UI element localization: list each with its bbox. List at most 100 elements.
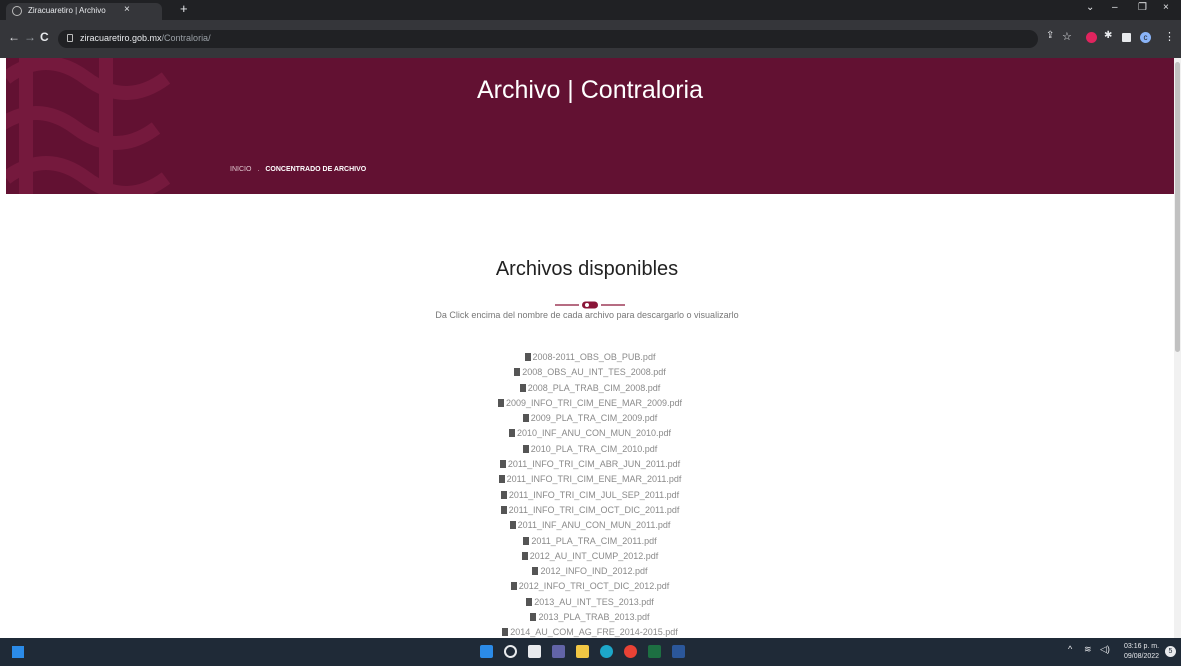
file-link[interactable]: 2011_INFO_TRI_CIM_JUL_SEP_2011.pdf (0, 488, 1174, 503)
document-icon (499, 460, 506, 469)
browser-menu-icon[interactable]: ⋮ (1164, 30, 1175, 43)
file-name: 2011_INFO_TRI_CIM_ABR_JUN_2011.pdf (507, 459, 681, 470)
file-link[interactable]: 2011_INFO_TRI_CIM_ABR_JUN_2011.pdf (0, 457, 1174, 472)
file-link[interactable]: 2012_INFO_TRI_OCT_DIC_2012.pdf (0, 579, 1174, 594)
file-name: 2011_PLA_TRA_CIM_2011.pdf (531, 535, 657, 546)
tray-chevron-icon[interactable]: ^ (1068, 644, 1072, 654)
restore-button[interactable]: ❐ (1138, 2, 1147, 13)
file-link[interactable]: 2011_INFO_TRI_CIM_ENE_MAR_2011.pdf (0, 472, 1174, 487)
windows-start-icon[interactable] (480, 645, 493, 658)
file-list: 2008-2011_OBS_OB_PUB.pdf 2008_OBS_AU_INT_… (0, 350, 1174, 638)
share-icon[interactable]: ⇪ (1046, 30, 1054, 41)
minimize-button[interactable]: – (1112, 2, 1118, 13)
document-icon (500, 490, 507, 499)
file-name: 2010_PLA_TRA_CIM_2010.pdf (530, 443, 658, 454)
adblock-extension-icon[interactable] (1086, 32, 1097, 43)
file-link[interactable]: 2010_INF_ANU_CON_MUN_2010.pdf (0, 426, 1174, 441)
file-link[interactable]: 2009_PLA_TRA_CIM_2009.pdf (0, 411, 1174, 426)
file-name: 2013_PLA_TRAB_2013.pdf (538, 612, 650, 623)
file-name: 2012_AU_INT_CUMP_2012.pdf (529, 550, 659, 561)
document-icon (497, 398, 504, 407)
file-name: 2009_INFO_TRI_CIM_ENE_MAR_2009.pdf (505, 397, 683, 408)
bookmark-star-icon[interactable]: ☆ (1062, 30, 1072, 43)
document-icon (524, 353, 531, 361)
back-button[interactable]: ← (8, 30, 20, 44)
file-link[interactable]: 2008-2011_OBS_OB_PUB.pdf (0, 350, 1174, 365)
document-icon (519, 383, 526, 392)
file-link[interactable]: 2012_INFO_IND_2012.pdf (0, 564, 1174, 579)
clock-date: 09/08/2022 (1124, 653, 1160, 660)
file-link[interactable]: 2008_PLA_TRAB_CIM_2008.pdf (0, 381, 1174, 396)
section-divider-icon (555, 301, 625, 309)
file-link[interactable]: 2013_PLA_TRAB_2013.pdf (0, 610, 1174, 625)
document-icon (521, 551, 528, 560)
file-explorer-icon[interactable] (576, 645, 589, 658)
forward-button[interactable]: → (24, 30, 36, 44)
wifi-icon[interactable]: ≋ (1084, 644, 1092, 655)
file-link[interactable]: 2012_AU_INT_CUMP_2012.pdf (0, 549, 1174, 564)
os-taskbar: ^ ≋ ◁) 03:16 p. m. 09/08/2022 5 (0, 638, 1181, 666)
clock[interactable]: 03:16 p. m. 09/08/2022 (1124, 642, 1159, 662)
file-link[interactable]: 2009_INFO_TRI_CIM_ENE_MAR_2009.pdf (0, 396, 1174, 411)
file-name: 2008-2011_OBS_OB_PUB.pdf (532, 352, 656, 362)
file-link[interactable]: 2011_PLA_TRA_CIM_2011.pdf (0, 534, 1174, 549)
file-name: 2013_AU_INT_TES_2013.pdf (534, 596, 654, 607)
document-icon (510, 582, 517, 591)
breadcrumb: INICIO. CONCENTRADO DE ARCHIVO (230, 166, 366, 173)
document-icon (522, 444, 529, 453)
search-icon[interactable] (504, 645, 517, 658)
file-name: 2010_INF_ANU_CON_MUN_2010.pdf (516, 428, 672, 439)
extensions-puzzle-icon[interactable]: ✱ (1104, 30, 1112, 41)
tab-title: Ziracuaretiro | Archivo (28, 6, 106, 15)
site-favicon-icon (12, 6, 22, 16)
file-link[interactable]: 2010_PLA_TRA_CIM_2010.pdf (0, 442, 1174, 457)
file-link[interactable]: 2008_OBS_AU_INT_TES_2008.pdf (0, 365, 1174, 380)
url-text: ziracuaretiro.gob.mx/Contraloria/ (80, 33, 211, 43)
hero-banner: Archivo | Contraloria INICIO. CONCENTRADO… (6, 58, 1174, 194)
excel-icon[interactable] (648, 645, 661, 658)
file-link[interactable]: 2011_INFO_TRI_CIM_OCT_DIC_2011.pdf (0, 503, 1174, 518)
document-icon (500, 505, 507, 514)
address-bar[interactable]: ziracuaretiro.gob.mx/Contraloria/ (58, 30, 1038, 48)
file-name: 2008_PLA_TRAB_CIM_2008.pdf (527, 382, 661, 393)
reload-button[interactable]: C (40, 30, 49, 44)
file-name: 2011_INFO_TRI_CIM_ENE_MAR_2011.pdf (506, 474, 682, 485)
web-page: Archivo | Contraloria INICIO. CONCENTRADO… (0, 58, 1174, 638)
file-link[interactable]: 2013_AU_INT_TES_2013.pdf (0, 595, 1174, 610)
edge-icon[interactable] (600, 645, 613, 658)
sidepanel-icon[interactable] (1122, 33, 1131, 42)
document-icon (509, 521, 516, 530)
widgets-icon[interactable] (12, 646, 24, 658)
file-name: 2012_INFO_TRI_OCT_DIC_2012.pdf (518, 581, 670, 592)
profile-avatar[interactable]: c (1140, 32, 1151, 43)
volume-icon[interactable]: ◁) (1100, 644, 1110, 655)
file-link[interactable]: 2014_AU_COM_AG_FRE_2014-2015.pdf (0, 625, 1174, 638)
chrome-icon[interactable] (624, 645, 637, 658)
tab-search-icon[interactable]: ⌄ (1086, 2, 1094, 13)
file-name: 2008_OBS_AU_INT_TES_2008.pdf (522, 367, 666, 378)
breadcrumb-home-link[interactable]: INICIO (230, 166, 251, 173)
tab-close-icon[interactable]: × (124, 4, 130, 15)
document-icon (514, 368, 521, 377)
file-name: 2011_INF_ANU_CON_MUN_2011.pdf (517, 520, 671, 531)
document-icon (502, 628, 509, 637)
document-icon (530, 613, 537, 622)
notification-badge[interactable]: 5 (1165, 646, 1176, 657)
section-subtitle: Da Click encima del nombre de cada archi… (435, 310, 739, 320)
breadcrumb-separator: . (257, 166, 260, 173)
browser-tab-strip: Ziracuaretiro | Archivo × + ⌄ – ❐ × (0, 0, 1181, 20)
new-tab-button[interactable]: + (180, 1, 188, 16)
task-view-icon[interactable] (528, 645, 541, 658)
file-name: 2009_PLA_TRA_CIM_2009.pdf (530, 413, 658, 424)
document-icon (498, 475, 505, 484)
word-icon[interactable] (672, 645, 685, 658)
close-window-button[interactable]: × (1163, 2, 1169, 13)
file-name: 2011_INFO_TRI_CIM_JUL_SEP_2011.pdf (508, 489, 680, 500)
file-link[interactable]: 2011_INF_ANU_CON_MUN_2011.pdf (0, 518, 1174, 533)
page-scrollbar-thumb[interactable] (1175, 62, 1180, 352)
document-icon (526, 597, 533, 606)
browser-tab[interactable]: Ziracuaretiro | Archivo × (6, 3, 162, 20)
file-name: 2011_INFO_TRI_CIM_OCT_DIC_2011.pdf (508, 504, 680, 515)
breadcrumb-current: CONCENTRADO DE ARCHIVO (265, 166, 367, 173)
teams-chat-icon[interactable] (552, 645, 565, 658)
